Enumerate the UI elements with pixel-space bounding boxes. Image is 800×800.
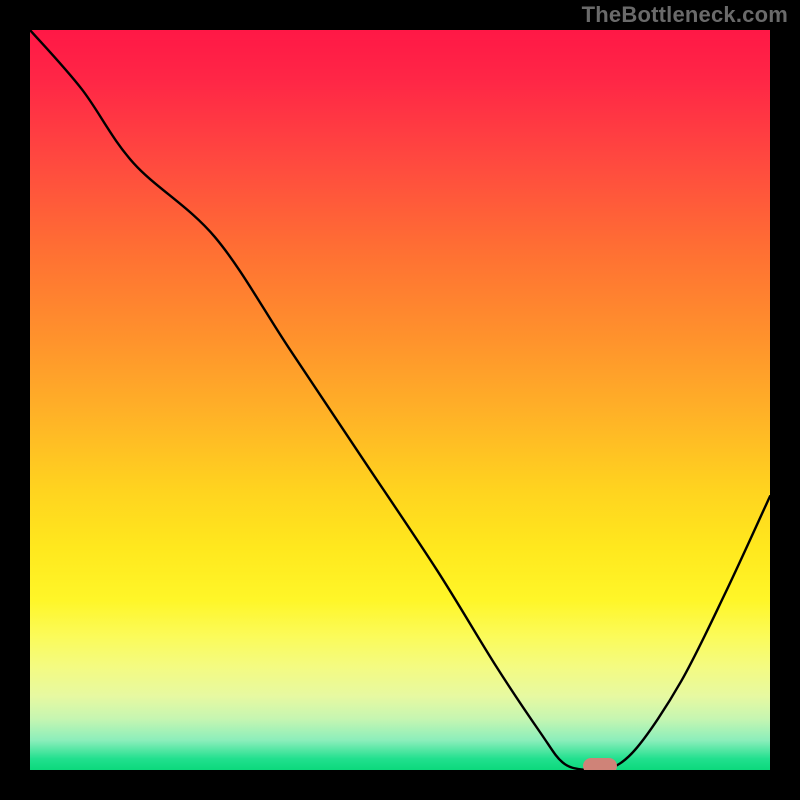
chart-frame: TheBottleneck.com xyxy=(0,0,800,800)
plot-area xyxy=(30,30,770,770)
optimal-point-marker xyxy=(583,758,617,770)
bottleneck-curve xyxy=(30,30,770,770)
curve-path xyxy=(30,30,770,770)
watermark-text: TheBottleneck.com xyxy=(582,2,788,28)
